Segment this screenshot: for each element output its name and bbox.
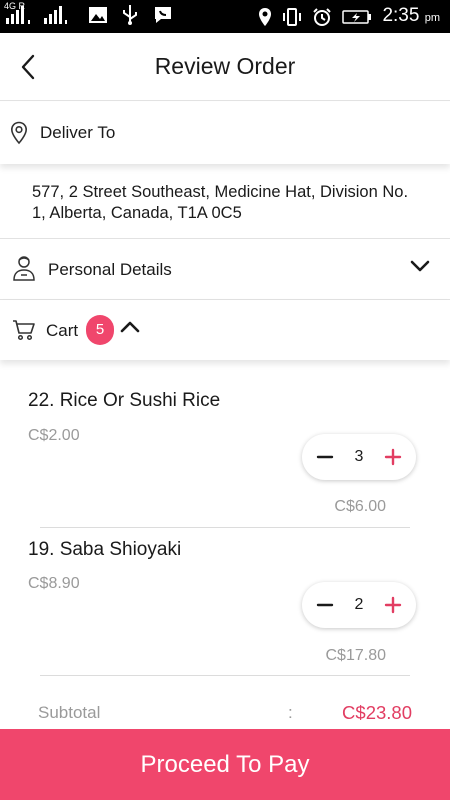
quantity-value: 3 <box>354 448 364 465</box>
subtotal-colon: : <box>288 703 293 722</box>
clock-ampm: pm <box>424 12 440 24</box>
cart-item-total: C$17.80 <box>325 647 387 664</box>
location-icon <box>259 8 272 26</box>
cart-label: Cart <box>46 321 79 340</box>
item-divider <box>40 675 410 676</box>
subtotal-label: Subtotal <box>38 703 101 722</box>
app-header: Review Order <box>0 33 450 101</box>
deliver-to-section[interactable]: Deliver To <box>0 102 450 164</box>
plus-icon <box>384 448 402 466</box>
cart-item-unit-price: C$8.90 <box>28 575 80 592</box>
user-icon <box>13 256 35 281</box>
battery-icon <box>342 10 372 24</box>
personal-details-section[interactable]: Personal Details <box>0 239 450 299</box>
cart-section[interactable]: Cart 5 <box>0 300 450 360</box>
chat-icon <box>155 7 171 23</box>
clock: 2:35 pm <box>382 4 440 30</box>
quantity-stepper: 3 <box>302 434 416 480</box>
increase-quantity-button[interactable] <box>378 442 408 472</box>
status-right-icons: 2:35 pm <box>258 4 440 30</box>
cart-item-name: 19. Saba Shioyaki <box>28 539 182 560</box>
chevron-down-icon[interactable] <box>410 259 430 273</box>
usb-icon <box>123 5 137 25</box>
item-divider <box>40 527 410 528</box>
minus-icon <box>316 455 334 459</box>
cart-item-unit-price: C$2.00 <box>28 427 80 444</box>
cart-item-name: 22. Rice Or Sushi Rice <box>28 390 221 411</box>
status-left-icons <box>4 4 174 26</box>
deliver-to-label: Deliver To <box>40 123 116 142</box>
cart-item-total: C$6.00 <box>334 498 386 515</box>
proceed-to-pay-button[interactable]: Proceed To Pay <box>0 729 450 800</box>
clock-time: 2:35 <box>382 5 420 26</box>
vibrate-icon <box>283 8 302 26</box>
decrease-quantity-button[interactable] <box>310 590 340 620</box>
page-title: Review Order <box>154 53 296 79</box>
chevron-up-icon[interactable] <box>120 320 140 334</box>
image-icon <box>89 7 107 23</box>
status-bar: 4G R 2:35 pm <box>0 0 450 33</box>
cart-icon <box>13 320 35 341</box>
signal-icon <box>6 6 67 24</box>
alarm-icon <box>313 8 332 26</box>
minus-icon <box>316 603 334 607</box>
increase-quantity-button[interactable] <box>378 590 408 620</box>
quantity-stepper: 2 <box>302 582 416 628</box>
personal-details-label: Personal Details <box>48 260 172 279</box>
delivery-address: 577, 2 Street Southeast, Medicine Hat, D… <box>32 183 409 222</box>
cart-count-badge: 5 <box>86 315 114 345</box>
location-pin-icon <box>10 121 28 145</box>
subtotal-value: C$23.80 <box>342 702 412 723</box>
decrease-quantity-button[interactable] <box>310 442 340 472</box>
quantity-value: 2 <box>354 596 364 613</box>
plus-icon <box>384 596 402 614</box>
